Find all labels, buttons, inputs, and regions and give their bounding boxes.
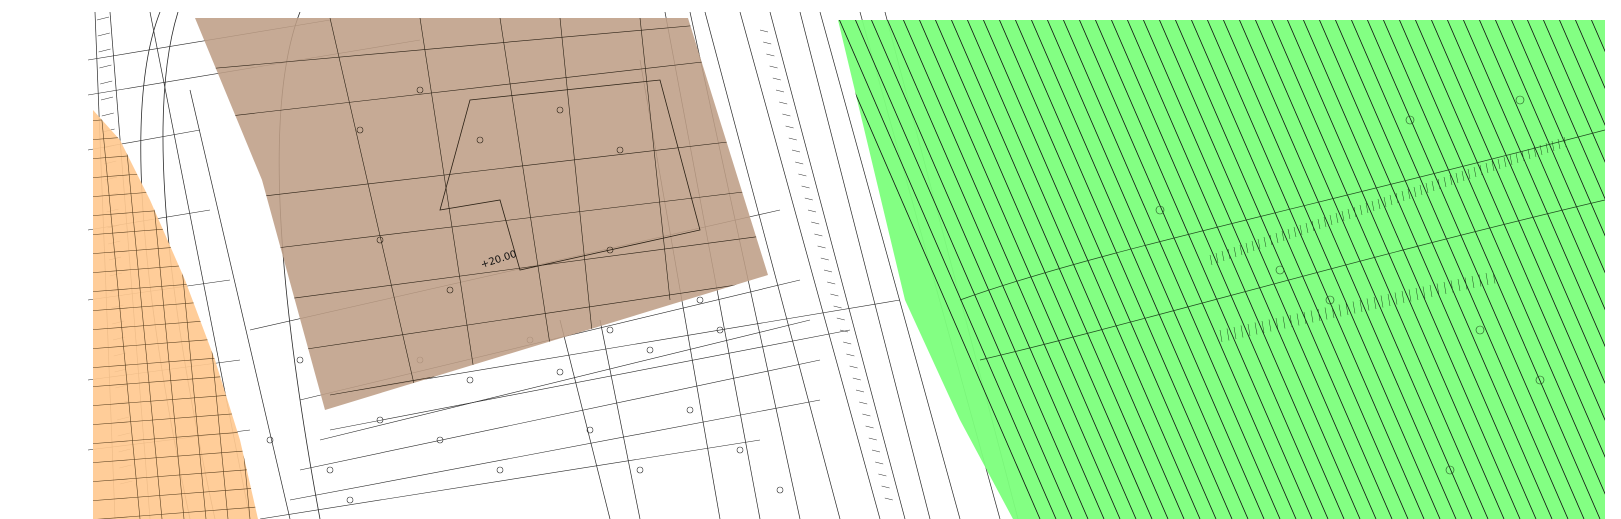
cad-drawing-frame: +20.00 (88, 12, 1608, 519)
map-canvas[interactable]: +20.00 (0, 0, 1621, 519)
